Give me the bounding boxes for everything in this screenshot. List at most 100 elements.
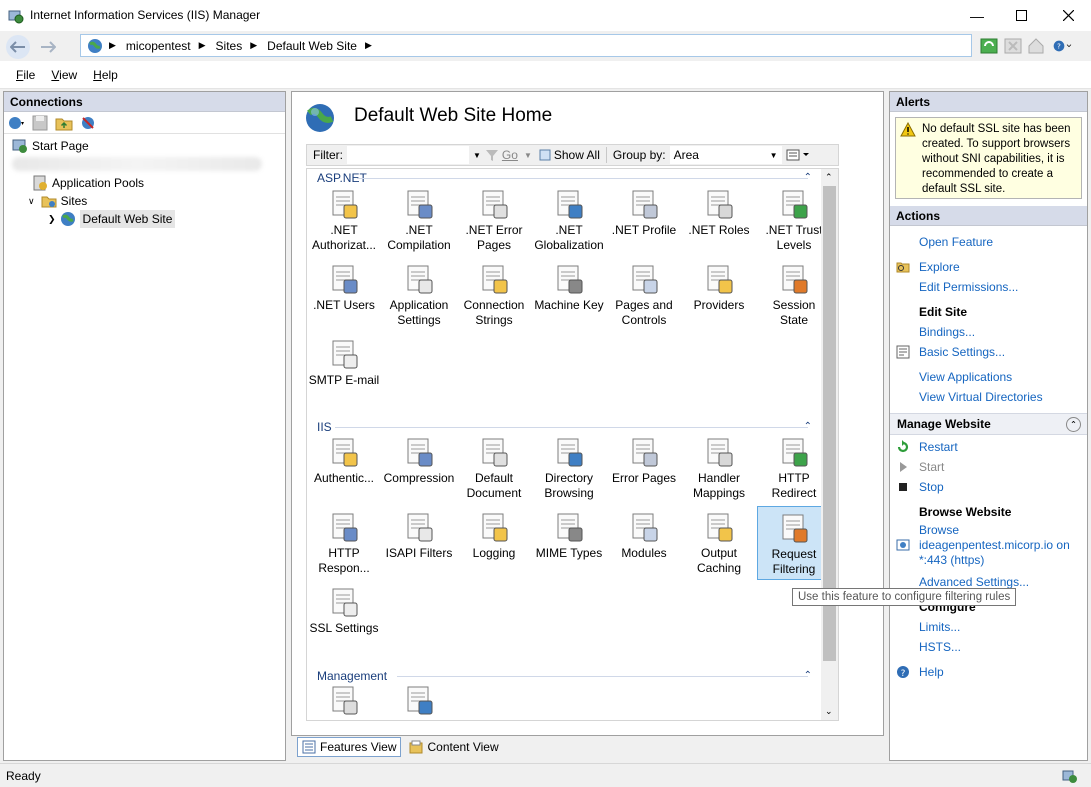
- help-link[interactable]: Help: [919, 665, 944, 679]
- view-virtual-dirs-link[interactable]: View Virtual Directories: [919, 390, 1043, 404]
- view-mode-icon[interactable]: [786, 148, 812, 162]
- up-folder-icon[interactable]: [55, 114, 73, 132]
- tree-application-pools[interactable]: Application Pools: [32, 174, 144, 192]
- feature-iis-3[interactable]: Directory Browsing: [532, 431, 606, 505]
- feature-aspnet-2[interactable]: .NET Error Pages: [457, 183, 531, 257]
- feature-iis-8[interactable]: ISAPI Filters: [382, 506, 456, 580]
- feature-aspnet-6[interactable]: .NET Trust Levels: [757, 183, 831, 257]
- scroll-up-icon[interactable]: ⌃: [825, 172, 833, 183]
- feature-aspnet-12[interactable]: Providers: [682, 258, 756, 332]
- refresh-icon[interactable]: [979, 36, 999, 56]
- tree-default-web-site[interactable]: ❯ Default Web Site: [48, 210, 176, 228]
- manage-website-header[interactable]: Manage Website ⌃: [890, 413, 1087, 435]
- feature-iis-7[interactable]: HTTP Respon...: [307, 506, 381, 580]
- tab-features-view[interactable]: Features View: [297, 737, 402, 757]
- collapse-icon[interactable]: ⌃: [1066, 417, 1081, 432]
- hsts-link[interactable]: HSTS...: [919, 640, 961, 654]
- logging-icon: [482, 513, 508, 542]
- feature-iis-1[interactable]: Compression: [382, 431, 456, 505]
- feature-iis-10[interactable]: MIME Types: [532, 506, 606, 580]
- bindings-link[interactable]: Bindings...: [919, 325, 975, 339]
- tree-label: Sites: [60, 194, 88, 208]
- connect-icon[interactable]: [7, 114, 25, 132]
- feature-label-line1: .NET Profile: [611, 223, 677, 237]
- feature-aspnet-7[interactable]: .NET Users: [307, 258, 381, 332]
- feature-aspnet-14[interactable]: SMTP E-mail: [307, 333, 381, 407]
- limits-link[interactable]: Limits...: [919, 620, 960, 634]
- section-collapse-icon[interactable]: ⌃: [804, 172, 812, 183]
- open-feature-link[interactable]: Open Feature: [919, 235, 993, 249]
- default-doc-icon: [482, 438, 508, 467]
- address-bar[interactable]: ▶ micopentest ▶ Sites ▶ Default Web Site…: [80, 34, 972, 57]
- view-applications-link[interactable]: View Applications: [919, 370, 1012, 384]
- minimize-button[interactable]: —: [954, 0, 1000, 31]
- breadcrumb-sites[interactable]: Sites: [216, 39, 243, 53]
- feature-aspnet-1[interactable]: .NET Compilation: [382, 183, 456, 257]
- feature-aspnet-10[interactable]: Machine Key: [532, 258, 606, 332]
- feature-iis-5[interactable]: Handler Mappings: [682, 431, 756, 505]
- disconnect-icon[interactable]: [79, 114, 97, 132]
- feature-management-0[interactable]: [307, 679, 381, 720]
- tree-start-page[interactable]: Start Page: [12, 137, 89, 155]
- close-button[interactable]: [1045, 0, 1091, 31]
- feature-iis-13[interactable]: Request Filtering: [757, 506, 831, 580]
- feature-iis-14[interactable]: SSL Settings: [307, 581, 381, 655]
- redacted-server-node[interactable]: [12, 157, 262, 171]
- group-by-select[interactable]: Area ▼: [669, 146, 782, 164]
- feature-iis-0[interactable]: Authentic...: [307, 431, 381, 505]
- stop-link[interactable]: Stop: [919, 480, 944, 494]
- feature-label-line1: Error Pages: [611, 471, 677, 485]
- feature-iis-9[interactable]: Logging: [457, 506, 531, 580]
- feature-aspnet-0[interactable]: .NET Authorizat...: [307, 183, 381, 257]
- feature-label-line1: Authentic...: [313, 471, 375, 485]
- feature-iis-12[interactable]: Output Caching: [682, 506, 756, 580]
- go-button[interactable]: Go ▼: [485, 148, 532, 162]
- status-bar: Ready: [0, 763, 1091, 787]
- restart-link[interactable]: Restart: [919, 440, 958, 454]
- section-collapse-icon[interactable]: ⌃: [804, 670, 812, 681]
- feature-aspnet-5[interactable]: .NET Roles: [682, 183, 756, 257]
- feature-iis-6[interactable]: HTTP Redirect: [757, 431, 831, 505]
- basic-settings-link[interactable]: Basic Settings...: [919, 345, 1005, 359]
- feature-aspnet-8[interactable]: Application Settings: [382, 258, 456, 332]
- tree-sites[interactable]: ∨ Sites: [28, 192, 87, 210]
- feature-management-1[interactable]: [382, 679, 456, 720]
- feature-aspnet-3[interactable]: .NET Globalization: [532, 183, 606, 257]
- collapsed-chevron-icon[interactable]: ❯: [48, 210, 56, 228]
- help-dropdown-icon[interactable]: ?: [1053, 36, 1073, 56]
- breadcrumb-site[interactable]: Default Web Site: [267, 39, 357, 53]
- breadcrumb-server[interactable]: micopentest: [126, 39, 191, 53]
- forward-button[interactable]: [36, 35, 60, 59]
- expanded-chevron-icon[interactable]: ∨: [28, 192, 35, 210]
- feature-aspnet-4[interactable]: .NET Profile: [607, 183, 681, 257]
- redirect-icon: [782, 438, 808, 467]
- roles-icon: [707, 190, 733, 219]
- feature-aspnet-11[interactable]: Pages and Controls: [607, 258, 681, 332]
- explore-link[interactable]: Explore: [919, 260, 960, 274]
- menu-help[interactable]: Help: [93, 68, 118, 82]
- feature-iis-4[interactable]: Error Pages: [607, 431, 681, 505]
- scroll-down-icon[interactable]: ⌄: [825, 706, 833, 717]
- home-icon[interactable]: [1026, 36, 1046, 56]
- stop-icon[interactable]: [1003, 36, 1023, 56]
- save-icon[interactable]: [31, 114, 49, 132]
- back-button[interactable]: [6, 35, 30, 59]
- tab-content-view[interactable]: Content View: [405, 737, 502, 757]
- advanced-settings-link[interactable]: Advanced Settings...: [919, 575, 1029, 589]
- feature-iis-11[interactable]: Modules: [607, 506, 681, 580]
- filter-dropdown-icon[interactable]: ▼: [473, 151, 481, 160]
- feature-aspnet-9[interactable]: Connection Strings: [457, 258, 531, 332]
- features-view-icon: [302, 740, 316, 754]
- edit-permissions-link[interactable]: Edit Permissions...: [919, 280, 1018, 294]
- maximize-button[interactable]: [998, 0, 1044, 31]
- browse-site-link[interactable]: Browse ideagenpentest.micorp.io on *:443…: [919, 523, 1070, 568]
- feature-aspnet-13[interactable]: Session State: [757, 258, 831, 332]
- feature-scrollbar[interactable]: ⌃ ⌄: [821, 169, 838, 720]
- connections-toolbar: [4, 112, 285, 134]
- menu-file[interactable]: File: [16, 68, 35, 82]
- feature-iis-2[interactable]: Default Document: [457, 431, 531, 505]
- filter-input[interactable]: [347, 146, 469, 164]
- show-all-button[interactable]: Show All: [538, 148, 600, 162]
- menu-view[interactable]: View: [51, 68, 77, 82]
- feature-label-line2: Controls: [621, 313, 667, 327]
